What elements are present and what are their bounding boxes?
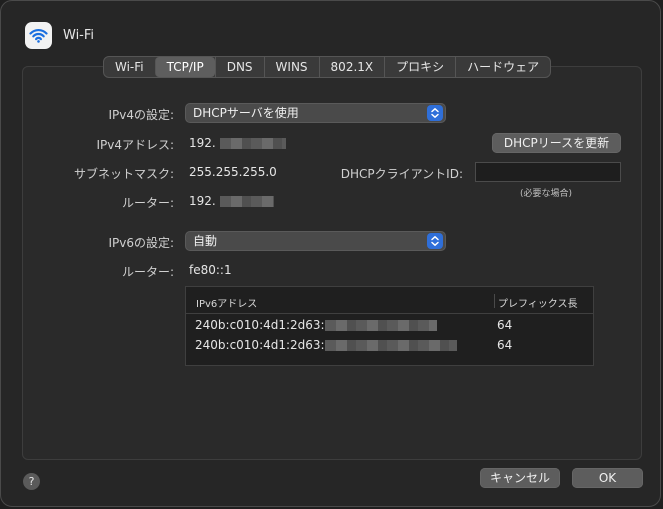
- column-header-address[interactable]: IPv6アドレス: [196, 295, 257, 310]
- chevron-updown-icon: [427, 233, 443, 249]
- tab-dns[interactable]: DNS: [214, 57, 264, 77]
- table-row[interactable]: 240b:c010:4d1:2d63:: [195, 318, 437, 332]
- ipv4-address: 192.: [189, 136, 286, 150]
- window-header: Wi-Fi: [25, 21, 94, 49]
- ipv6-config-label: IPv6の設定:: [108, 236, 174, 250]
- prefix-cell: 64: [497, 318, 513, 332]
- dhcp-client-id-label: DHCPクライアントID:: [340, 167, 463, 181]
- ipv4-config-label: IPv4の設定:: [108, 108, 174, 122]
- ipv6-router-label: ルーター:: [121, 265, 174, 279]
- ipv6-address-cell: 240b:c010:4d1:2d63:: [195, 338, 325, 352]
- tab-wifi[interactable]: Wi-Fi: [104, 57, 155, 77]
- window-title: Wi-Fi: [63, 27, 95, 43]
- subnet-mask-value: 255.255.255.0: [189, 165, 277, 179]
- ipv4-address-value: 192.: [189, 136, 216, 150]
- ipv4-router: 192.: [189, 194, 274, 208]
- dhcp-client-id-field[interactable]: [475, 162, 621, 182]
- ipv6-address-table: IPv6アドレス プレフィックス長 240b:c010:4d1:2d63: 64…: [185, 286, 594, 366]
- tab-wins[interactable]: WINS: [263, 57, 319, 77]
- wifi-icon: [25, 21, 52, 49]
- prefix-cell: 64: [497, 338, 513, 352]
- ipv4-router-label: ルーター:: [121, 196, 174, 210]
- tcpip-panel: [22, 66, 642, 460]
- column-divider: [494, 294, 495, 308]
- table-header-divider: [186, 313, 593, 314]
- settings-tabs: Wi-Fi TCP/IP DNS WINS 802.1X プロキシ ハードウェア: [103, 56, 552, 78]
- cancel-button[interactable]: キャンセル: [480, 468, 560, 488]
- ipv4-router-value: 192.: [189, 194, 216, 208]
- tab-proxy[interactable]: プロキシ: [384, 57, 455, 77]
- column-header-prefix[interactable]: プレフィックス長: [498, 295, 578, 310]
- redacted-block: [324, 320, 437, 331]
- tab-tcpip[interactable]: TCP/IP: [154, 57, 215, 77]
- tab-8021x[interactable]: 802.1X: [318, 57, 385, 77]
- subnet-mask-label: サブネットマスク:: [73, 167, 174, 181]
- ipv6-router-value: fe80::1: [189, 263, 232, 277]
- chevron-updown-icon: [427, 105, 443, 121]
- ipv4-address-label: IPv4アドレス:: [96, 138, 174, 152]
- ipv4-config-value: DHCPサーバを使用: [193, 106, 299, 120]
- tab-hardware[interactable]: ハードウェア: [455, 57, 550, 77]
- ipv6-config-select[interactable]: 自動: [185, 231, 446, 251]
- dhcp-client-id-hint: (必要な場合): [520, 189, 573, 199]
- table-row[interactable]: 240b:c010:4d1:2d63:: [195, 338, 457, 352]
- redacted-block: [219, 196, 274, 207]
- redacted-block: [219, 138, 286, 149]
- ipv6-address-cell: 240b:c010:4d1:2d63:: [195, 318, 325, 332]
- help-button[interactable]: ?: [23, 473, 40, 490]
- redacted-block: [324, 340, 457, 351]
- dhcp-renew-button[interactable]: DHCPリースを更新: [492, 133, 621, 153]
- ipv4-config-select[interactable]: DHCPサーバを使用: [185, 103, 446, 123]
- ok-button[interactable]: OK: [572, 468, 643, 488]
- network-settings-window: Wi-Fi Wi-Fi TCP/IP DNS WINS 802.1X プロキシ …: [0, 0, 661, 507]
- ipv6-config-value: 自動: [193, 234, 218, 248]
